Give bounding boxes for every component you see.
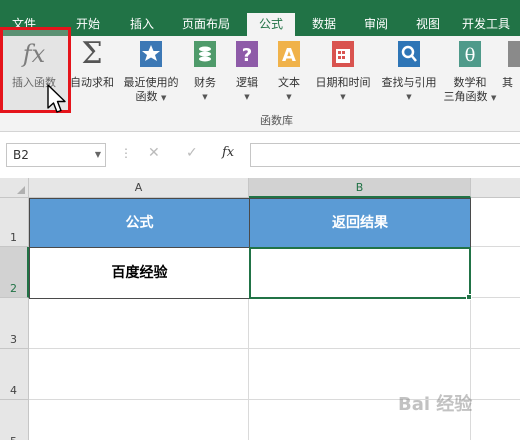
row-header-5[interactable]: 5 (0, 400, 29, 440)
cell-b3[interactable] (249, 298, 471, 349)
cell-a1[interactable]: 公式 (29, 198, 250, 248)
name-box-dropdown-icon[interactable]: ▼ (95, 144, 101, 166)
theta-icon: θ (456, 40, 484, 68)
logical-caret-icon: ▼ (244, 93, 250, 101)
lookup-icon (395, 40, 423, 68)
recent-functions-button[interactable]: 最近使用的 函数 ▼ (120, 40, 182, 105)
lookup-caret-icon: ▼ (406, 93, 412, 101)
tab-formulas[interactable]: 公式 (247, 13, 295, 36)
financial-caret-icon: ▼ (202, 93, 208, 101)
cell-c5[interactable] (471, 400, 520, 440)
datetime-label: 日期和时间 (315, 76, 371, 89)
formula-input[interactable] (250, 143, 520, 167)
autosum-label: 自动求和 (70, 76, 114, 89)
lookup-label: 查找与引用 (381, 76, 437, 89)
insert-function-fx-button[interactable]: fx (222, 145, 234, 160)
datetime-button[interactable]: 日期和时间 ▼ (310, 40, 376, 104)
cell-c3[interactable] (471, 298, 520, 349)
financial-icon (191, 40, 219, 68)
cell-a2[interactable]: 百度经验 (29, 247, 250, 299)
cell-c2[interactable] (471, 247, 520, 298)
row-header-4[interactable]: 4 (0, 349, 29, 400)
cell-a5[interactable] (29, 400, 249, 440)
cell-c1[interactable] (471, 198, 520, 247)
math-trig-label-2: 三角函数 ▼ (443, 90, 497, 103)
mouse-cursor-icon (47, 84, 66, 113)
sigma-icon: Σ (81, 36, 103, 71)
financial-button[interactable]: 财务 ▼ (188, 40, 222, 104)
recent-functions-label-2: 函数 ▼ (135, 90, 167, 103)
tab-review[interactable]: 审阅 (356, 15, 396, 36)
text-functions-button[interactable]: A 文本 ▼ (272, 40, 306, 104)
autosum-button[interactable]: Σ 自动求和 (66, 36, 118, 90)
cancel-icon[interactable]: ✕ (148, 145, 160, 161)
tab-page-layout[interactable]: 页面布局 (174, 15, 238, 36)
tab-home[interactable]: 开始 (66, 15, 110, 36)
svg-text:A: A (282, 45, 296, 66)
fill-handle[interactable] (466, 294, 472, 300)
logical-button[interactable]: ? 逻辑 ▼ (230, 40, 264, 104)
column-header-c[interactable] (471, 178, 520, 198)
formula-bar-grip-icon: ⋮ (120, 146, 132, 160)
column-header-b[interactable]: B (249, 178, 471, 198)
row-header-3[interactable]: 3 (0, 298, 29, 349)
cell-b2[interactable] (249, 247, 471, 299)
ribbon-tab-bar: 文件 开始 插入 页面布局 公式 数据 审阅 视图 开发工具 (0, 0, 520, 36)
text-icon: A (275, 40, 303, 68)
logical-label: 逻辑 (236, 76, 258, 89)
formula-bar: B2 ▼ ⋮ ✕ ✓ fx (0, 132, 520, 178)
math-trig-label-1: 数学和 (453, 76, 487, 89)
tab-insert[interactable]: 插入 (122, 15, 162, 36)
other-functions-label: 其 (502, 76, 513, 89)
calendar-icon (329, 40, 357, 68)
cell-b1[interactable]: 返回结果 (249, 198, 471, 248)
ribbon-formulas: fx 插入函数 Σ 自动求和 最近使用的 函数 ▼ 财务 ▼ ? 逻辑 ▼ A … (0, 36, 520, 132)
column-header-a[interactable]: A (29, 178, 249, 198)
other-functions-icon (502, 40, 520, 68)
svg-text:?: ? (242, 45, 252, 66)
row-header-2[interactable]: 2 (0, 247, 29, 298)
other-functions-button[interactable]: 其 (502, 40, 520, 90)
financial-label: 财务 (194, 76, 216, 89)
cell-a3[interactable] (29, 298, 249, 349)
cell-c4[interactable] (471, 349, 520, 400)
lookup-button[interactable]: 查找与引用 ▼ (378, 40, 440, 104)
text-caret-icon: ▼ (286, 93, 292, 101)
tab-developer[interactable]: 开发工具 (462, 15, 520, 36)
watermark-logo: Bai 经验 (398, 394, 473, 415)
excel-window: 文件 开始 插入 页面布局 公式 数据 审阅 视图 开发工具 fx 插入函数 Σ… (0, 0, 520, 440)
math-trig-button[interactable]: θ 数学和 三角函数 ▼ (440, 40, 500, 105)
text-label: 文本 (278, 76, 300, 89)
star-book-icon (137, 40, 165, 68)
recent-functions-label-1: 最近使用的 (123, 76, 179, 89)
svg-text:θ: θ (465, 45, 476, 66)
tab-data[interactable]: 数据 (304, 15, 344, 36)
tab-view[interactable]: 视图 (408, 15, 448, 36)
cell-a4[interactable] (29, 349, 249, 400)
enter-icon[interactable]: ✓ (186, 145, 198, 161)
select-all-corner[interactable] (0, 178, 29, 198)
name-box[interactable]: B2 ▼ (6, 143, 106, 167)
logical-icon: ? (233, 40, 261, 68)
datetime-caret-icon: ▼ (340, 93, 346, 101)
row-header-1[interactable]: 1 (0, 198, 29, 247)
